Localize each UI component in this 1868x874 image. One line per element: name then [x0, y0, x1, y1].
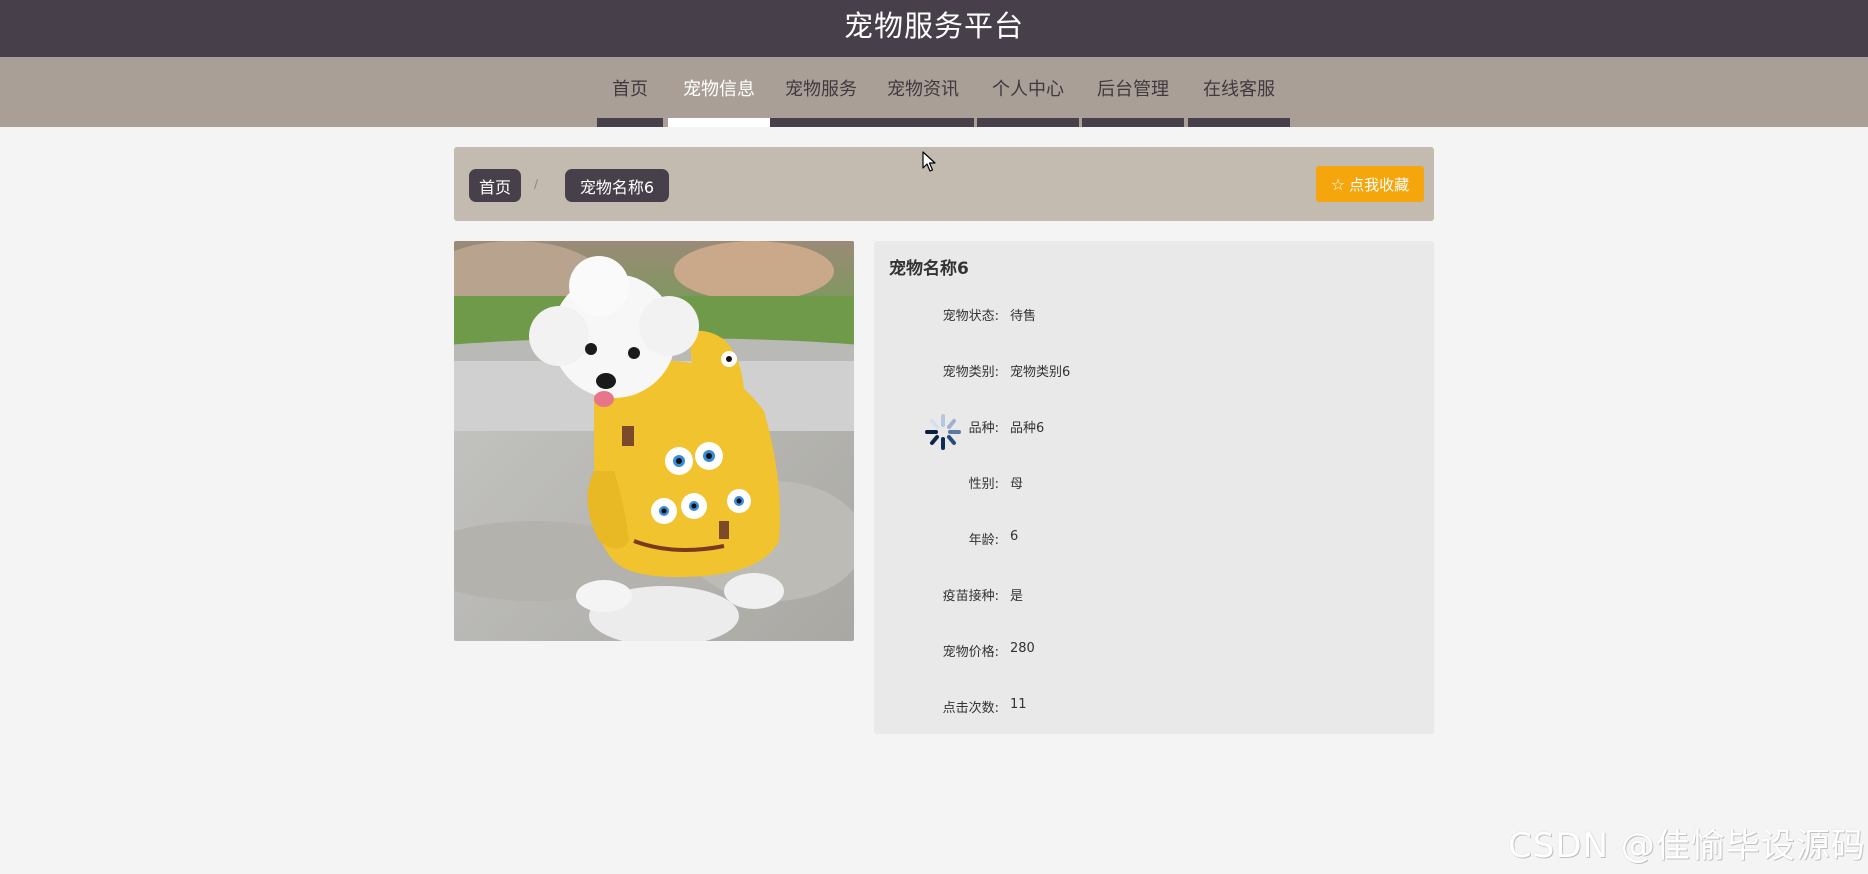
breadcrumb-separator: / [534, 177, 539, 191]
pet-field-label: 年龄: [968, 533, 999, 548]
breadcrumb-current[interactable]: 宠物名称6 [565, 169, 669, 202]
pet-field-row: 宠物状态: 待售 [874, 303, 1434, 325]
mouse-pointer-icon [922, 151, 936, 177]
pet-field-label: 宠物类别: [942, 365, 999, 380]
nav-item-user-center[interactable]: 个人中心 [977, 57, 1079, 127]
breadcrumb-home-link[interactable]: 首页 [469, 169, 521, 202]
pet-field-label: 品种: [968, 421, 999, 436]
pet-field-label: 宠物价格: [942, 645, 999, 660]
favorite-button-label: 点我收藏 [1349, 175, 1410, 194]
pet-field-row: 点击次数: 11 [874, 695, 1434, 717]
loading-spinner-icon [924, 413, 962, 455]
nav-item-underline [1082, 118, 1184, 127]
pet-field-value: 待售 [1010, 309, 1037, 324]
nav-item-home[interactable]: 首页 [597, 57, 663, 127]
site-title: 宠物服务平台 [843, 9, 1024, 43]
nav-item-underline [872, 118, 974, 127]
pet-field-row: 疫苗接种: 是 [874, 583, 1434, 605]
watermark: CSDN @佳愉毕设源码 [1508, 826, 1866, 866]
pet-field-label: 宠物状态: [942, 309, 999, 324]
pet-photo [454, 241, 854, 641]
nav-item-pet-info[interactable]: 宠物信息 [668, 57, 770, 127]
star-outline-icon: ☆ [1330, 174, 1346, 194]
nav-item-pet-service[interactable]: 宠物服务 [770, 57, 872, 127]
favorite-button[interactable]: ☆ 点我收藏 [1316, 166, 1424, 202]
breadcrumb: 首页 / 宠物名称6 ☆ 点我收藏 [454, 147, 1434, 221]
pet-field-label: 点击次数: [942, 701, 999, 716]
main-nav: 首页 宠物信息 宠物服务 宠物资讯 个人中心 后台管理 在线客服 [0, 57, 1868, 127]
pet-info-panel: 宠物名称6 宠物状态: 待售 宠物类别: 宠物类别6 品种: 品种6 性别: 母… [874, 241, 1434, 734]
pet-name: 宠物名称6 [889, 259, 969, 279]
pet-field-value: 11 [1010, 697, 1027, 712]
nav-item-underline [1188, 118, 1290, 127]
pet-field-row: 宠物类别: 宠物类别6 [874, 359, 1434, 381]
pet-field-value: 是 [1010, 589, 1024, 604]
pet-field-value: 母 [1010, 477, 1024, 492]
pet-field-value: 品种6 [1010, 421, 1045, 436]
pet-field-value: 宠物类别6 [1010, 365, 1071, 380]
pet-field-label: 性别: [968, 477, 999, 492]
site-header: 宠物服务平台 [0, 0, 1868, 57]
nav-item-underline [668, 118, 770, 127]
nav-item-pet-news[interactable]: 宠物资讯 [872, 57, 974, 127]
nav-item-underline [597, 118, 663, 127]
pet-field-row: 性别: 母 [874, 471, 1434, 493]
nav-item-admin[interactable]: 后台管理 [1082, 57, 1184, 127]
nav-item-underline [770, 118, 872, 127]
pet-field-label: 疫苗接种: [942, 589, 999, 604]
nav-item-online-support[interactable]: 在线客服 [1188, 57, 1290, 127]
pet-field-value: 280 [1010, 641, 1035, 656]
pet-field-value: 6 [1010, 529, 1019, 544]
pet-field-row: 年龄: 6 [874, 527, 1434, 549]
pet-field-row: 宠物价格: 280 [874, 639, 1434, 661]
nav-item-underline [977, 118, 1079, 127]
